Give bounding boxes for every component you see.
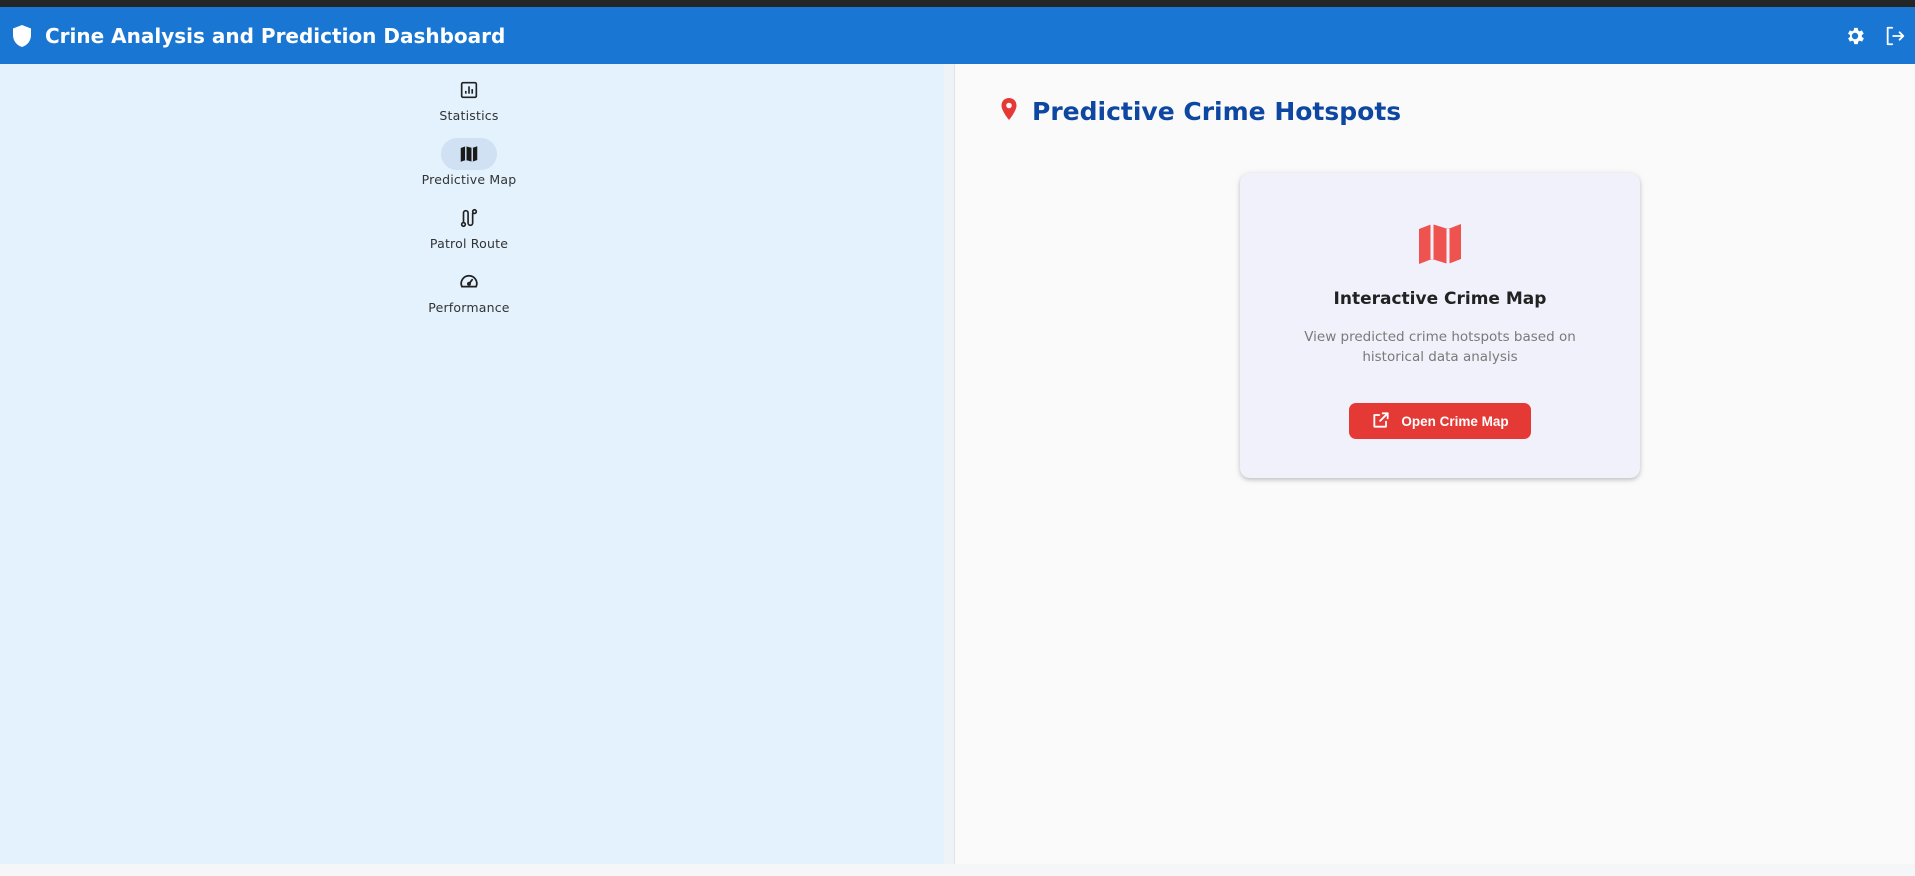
sidebar: Statistics Predictive Map Patrol Route P… <box>0 64 944 864</box>
card-title: Interactive Crime Map <box>1333 289 1547 309</box>
open-crime-map-label: Open Crime Map <box>1401 413 1509 429</box>
map-icon <box>1416 220 1464 268</box>
crime-map-card: Interactive Crime Map View predicted cri… <box>1240 173 1640 478</box>
speedometer-icon <box>441 266 497 298</box>
sidebar-item-statistics[interactable]: Statistics <box>419 74 519 138</box>
sidebar-item-predictive-map[interactable]: Predictive Map <box>419 138 519 202</box>
card-description: View predicted crime hotspots based on h… <box>1304 329 1576 365</box>
app-title: Crine Analysis and Prediction Dashboard <box>45 24 506 48</box>
sidebar-item-label: Predictive Map <box>421 172 517 187</box>
bar-chart-icon <box>441 74 497 106</box>
sidebar-item-patrol-route[interactable]: Patrol Route <box>419 202 519 266</box>
page-header: Predictive Crime Hotspots <box>1000 96 1401 126</box>
page-title: Predictive Crime Hotspots <box>1032 96 1402 126</box>
shield-icon <box>11 24 33 48</box>
location-pin-icon <box>1000 97 1018 125</box>
sidebar-item-label: Statistics <box>439 108 499 123</box>
logout-icon[interactable] <box>1882 23 1908 49</box>
open-external-icon <box>1371 410 1391 433</box>
open-crime-map-button[interactable]: Open Crime Map <box>1349 403 1531 439</box>
route-icon <box>441 202 497 234</box>
sidebar-item-label: Patrol Route <box>429 236 509 251</box>
bottom-edge <box>0 864 1915 876</box>
map-icon <box>441 138 497 170</box>
sidebar-divider[interactable] <box>944 64 955 864</box>
sidebar-item-label: Performance <box>428 300 510 315</box>
app-bar: Crine Analysis and Prediction Dashboard <box>0 7 1915 64</box>
settings-icon[interactable] <box>1842 23 1868 49</box>
sidebar-item-performance[interactable]: Performance <box>419 266 519 330</box>
window-top-strip <box>0 0 1915 7</box>
